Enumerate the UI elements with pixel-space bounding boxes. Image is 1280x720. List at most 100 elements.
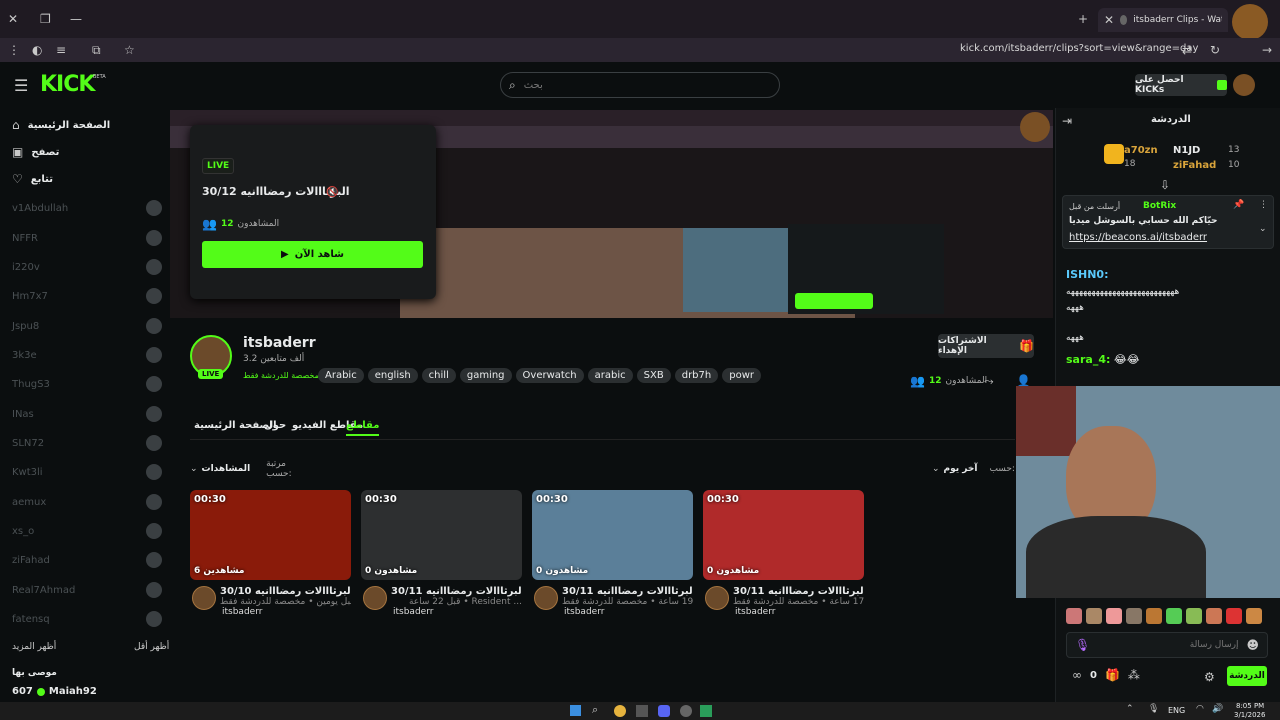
discord-icon[interactable] [658,705,670,717]
recommended-item[interactable]: 607 Maiah92 [12,686,97,697]
active-tab[interactable]: ✕ itsbaderr Clips - Watch Live [1098,8,1228,32]
more-icon[interactable]: ⋮ [1259,200,1268,210]
sidebar-channel[interactable]: aemux [12,492,162,512]
watch-now-button[interactable]: ▶ شاهد الآن [202,241,423,268]
sidebar-item-browse[interactable]: ▣ تصفح [12,145,59,159]
sidebar-channel[interactable]: INas [12,404,162,424]
emote-icon[interactable] [1086,608,1102,624]
sidebar-channel[interactable]: NFFR [12,228,162,248]
sidebar-channel[interactable]: ThugS3 [12,374,162,394]
kick-logo[interactable]: KICK [40,72,95,97]
emote-icon[interactable] [1206,608,1222,624]
clip-avatar[interactable] [363,586,387,610]
tag[interactable]: chill [421,368,456,383]
pinned-link[interactable]: https://beacons.ai/itsbaderr [1069,232,1207,243]
collapse-chat-icon[interactable]: ⇥ [1062,114,1072,128]
leader-name[interactable]: ziFahad [1173,160,1216,171]
sidebar-channel[interactable]: i220v [12,257,162,277]
clip-card[interactable]: 00:30 0 مشاهدون البرثااالات رمضااانيه 30/… [532,490,693,617]
sidebar-item-home[interactable]: ⌂ الصفحة الرئيسية [12,118,110,132]
start-icon[interactable] [570,705,581,716]
restore-icon[interactable]: ❐ [40,12,51,26]
reload-icon[interactable]: ↻ [1210,43,1220,57]
tag[interactable]: Arabic [318,368,364,383]
user-avatar[interactable] [1233,74,1255,96]
forward-icon[interactable]: → [1262,43,1272,57]
clock-time[interactable]: 8:05 PM [1236,702,1264,710]
volume-icon[interactable]: 🔊 [1212,704,1223,714]
search-input[interactable]: بحث [524,80,543,91]
clip-avatar[interactable] [192,586,216,610]
sidebar-item-following[interactable]: ♡ تتابع [12,172,53,186]
language-indicator[interactable]: ENG [1168,706,1185,715]
clock-date[interactable]: 3/1/2026 [1234,711,1265,719]
emote-icon[interactable] [1146,608,1162,624]
sidebar-channel[interactable]: ziFahad [12,550,162,570]
sidebar-channel[interactable]: Real7Ahmad [12,580,162,600]
sidebar-channel[interactable]: Hm7x7 [12,286,162,306]
tag[interactable]: drb7h [674,368,719,383]
leader-name[interactable]: N1JD [1173,145,1200,156]
clip-card[interactable]: 00:30 0 مشاهدون البرثااالات رمضااانيه 30/… [703,490,864,617]
sidebar-channel[interactable]: SLN72 [12,433,162,453]
star-icon[interactable]: ☆ [124,43,135,57]
tag[interactable]: gaming [459,368,512,383]
emote-icon[interactable] [1166,608,1182,624]
clip-avatar[interactable] [705,586,729,610]
tab-about[interactable]: حول [264,420,286,431]
close-tab-icon[interactable]: ✕ [1104,13,1114,27]
hamburger-icon[interactable]: ☰ [14,76,28,95]
clip-thumbnail[interactable]: 00:30 0 مشاهدون [532,490,693,580]
pin-icon[interactable]: 📌 [1233,200,1244,210]
clip-avatar[interactable] [534,586,558,610]
clip-thumbnail[interactable]: 00:30 0 مشاهدون [703,490,864,580]
pinned-bot-name[interactable]: BotRix [1143,201,1176,211]
chrome-icon[interactable] [614,705,626,717]
minimize-icon[interactable]: — [70,12,82,26]
tag[interactable]: english [367,368,418,383]
microphone-icon[interactable]: 🎙 [1075,638,1090,652]
app-icon[interactable] [680,705,692,717]
gift-icon[interactable]: 🎁 [1105,668,1120,682]
get-kicks-button[interactable]: احصل على KICKs [1135,74,1227,96]
tag[interactable]: Overwatch [515,368,584,383]
emote-icon[interactable] [1066,608,1082,624]
sidebar-channel[interactable]: fatensq [12,609,162,629]
emote-icon[interactable] [1106,608,1122,624]
emote-icon[interactable] [1226,608,1242,624]
microphone-icon[interactable]: 🎙 [1148,704,1159,714]
sidebar-channel[interactable]: xs_o [12,521,162,541]
extensions-icon[interactable]: ⧉ [92,43,101,58]
sidebar-channel[interactable]: 3k3e [12,345,162,365]
chat-input[interactable]: 🎙 إرسال رسالة ☻ [1066,632,1268,658]
show-more-link[interactable]: أظهر المزيد [12,642,56,652]
close-window-icon[interactable]: ✕ [8,12,18,26]
chevron-down-icon[interactable]: ⌄ [1259,224,1267,234]
clip-card[interactable]: 00:30 6 مشاهدين البرثااالات رمضااانيه 30/… [190,490,351,617]
search-icon[interactable]: ⌕ [592,703,598,717]
profile-avatar[interactable] [1232,4,1268,40]
points-icon[interactable]: ⁂ [1128,668,1140,682]
site-settings-icon[interactable]: ⇄ [1182,43,1192,57]
gift-subs-button[interactable]: الاشتراكات الإهداء 🎁 [938,334,1034,358]
emote-icon[interactable] [1246,608,1262,624]
tag[interactable]: powr [722,368,761,383]
app-icon[interactable] [700,705,712,717]
search-box[interactable]: ⌕ بحث [500,72,780,98]
sort-filter[interactable]: ⌄ المشاهدات مرتبة حسب: [190,458,298,480]
app-icon[interactable] [636,705,648,717]
clip-thumbnail[interactable]: 00:30 0 مشاهدون [361,490,522,580]
wifi-icon[interactable]: ◠ [1196,704,1204,714]
emoji-icon[interactable]: ☻ [1246,638,1259,652]
clip-card[interactable]: 00:30 0 مشاهدون البرثااالات رمضااانيه 30/… [361,490,522,617]
tray-chevron-icon[interactable]: ⌃ [1126,704,1134,714]
show-less-link[interactable]: أظهر أقل [134,642,169,652]
extension-icon[interactable]: ◐ [32,43,42,57]
sidebar-channel[interactable]: Jspu8 [12,316,162,336]
range-filter[interactable]: ⌄ آخر يوم حسب: [932,458,1016,480]
url-text[interactable]: kick.com/itsbaderr/clips?sort=view&range… [960,43,1198,54]
infinity-icon[interactable]: ∞ [1072,668,1082,682]
new-tab-icon[interactable]: + [1078,12,1088,26]
menu-dots-icon[interactable]: ⋮ [8,43,20,57]
tag[interactable]: arabic [587,368,633,383]
